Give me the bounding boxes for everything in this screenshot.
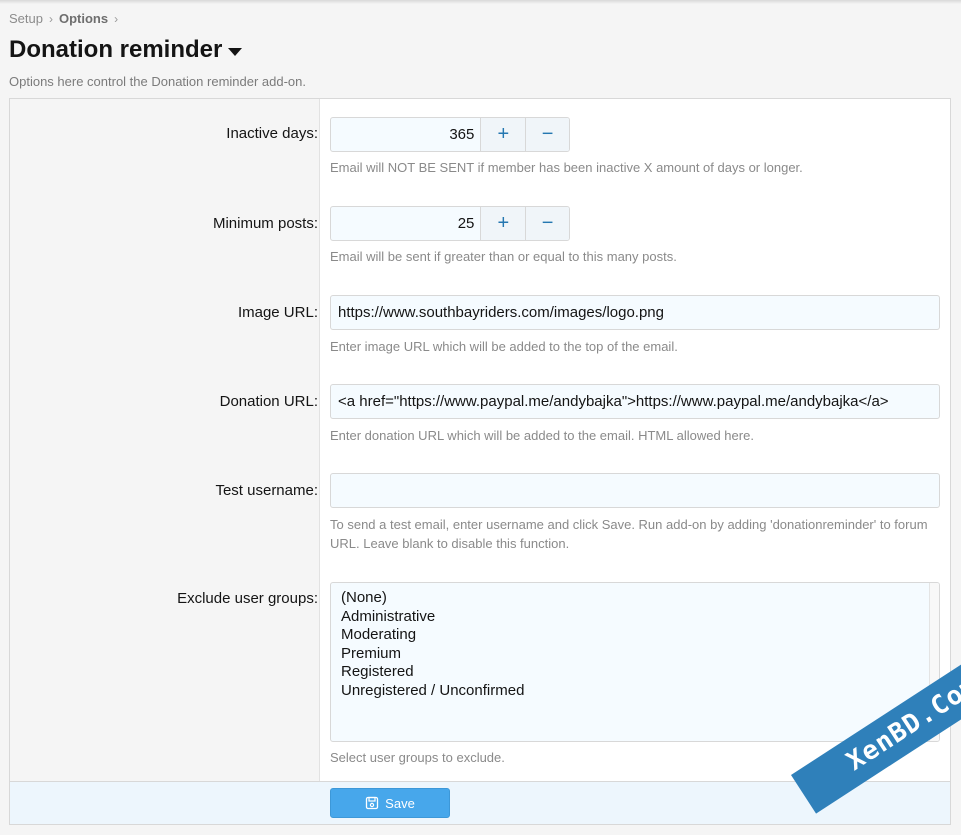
minimum-posts-label: Minimum posts: [212,215,318,232]
breadcrumb-options[interactable]: Options [59,11,108,26]
donation-url-label: Donation URL: [219,393,318,410]
watermark: XenBD.Com [761,655,961,835]
list-item[interactable]: Administrative [341,608,929,627]
image-url-input[interactable]: https://www.southbayriders.com/images/lo… [330,295,940,330]
inactive-days-increment-button[interactable]: + [481,118,526,151]
minus-icon: − [541,123,554,145]
plus-icon: + [497,212,510,234]
minimum-posts-input[interactable]: 25 [331,207,482,240]
top-shade [0,0,961,4]
test-username-label: Test username: [215,482,318,499]
plus-icon: + [497,123,510,145]
save-button[interactable]: Save [330,788,450,818]
label-column [10,99,320,781]
chevron-right-icon: › [48,11,53,26]
minimum-posts-increment-button[interactable]: + [481,207,526,240]
image-url-hint: Enter image URL which will be added to t… [330,339,678,354]
minimum-posts-hint: Email will be sent if greater than or eq… [330,249,677,264]
list-item[interactable]: Moderating [341,626,929,645]
chevron-right-icon: › [114,11,119,26]
watermark-text: XenBD.Com [791,655,961,814]
page-title-text: Donation reminder [9,36,223,63]
minimum-posts-decrement-button[interactable]: − [525,207,569,240]
save-button-label: Save [385,795,415,811]
inactive-days-stepper: 365 + − [330,117,570,152]
breadcrumb: Setup › Options › [9,11,118,26]
exclude-groups-label: Exclude user groups: [177,590,318,607]
donation-url-hint: Enter donation URL which will be added t… [330,428,754,443]
inactive-days-input[interactable]: 365 [331,118,482,151]
page-title[interactable]: Donation reminder [9,36,243,64]
save-icon [366,796,379,810]
inactive-days-label: Inactive days: [226,125,318,142]
page-description: Options here control the Donation remind… [9,74,307,89]
test-username-input[interactable] [330,473,940,508]
list-item[interactable]: (None) [341,589,929,608]
minimum-posts-stepper: 25 + − [330,206,570,241]
minus-icon: − [541,212,554,234]
test-username-hint: To send a test email, enter username and… [330,517,928,551]
donation-url-input[interactable]: <a href="https://www.paypal.me/andybajka… [330,384,940,419]
inactive-days-decrement-button[interactable]: − [525,118,569,151]
breadcrumb-setup[interactable]: Setup [9,11,43,26]
image-url-label: Image URL: [237,304,318,321]
inactive-days-hint: Email will NOT BE SENT if member has bee… [330,160,803,175]
caret-down-icon[interactable] [228,47,243,56]
